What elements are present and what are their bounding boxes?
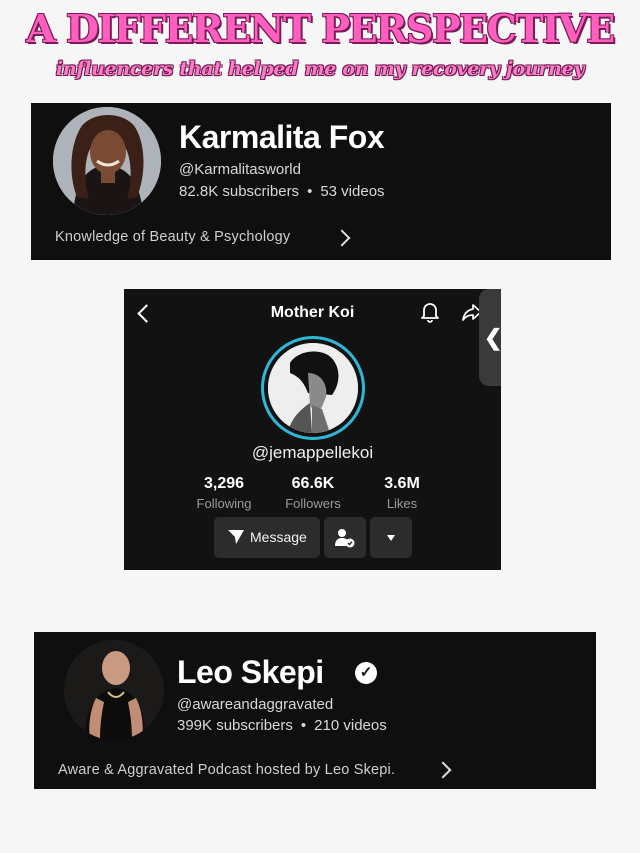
channel-avatar[interactable] (64, 640, 164, 740)
channel-description[interactable]: Aware & Aggravated Podcast hosted by Leo… (58, 762, 395, 778)
channel-stats: 399K subscribers • 210 videos (177, 717, 387, 734)
dropdown-arrow-icon (387, 535, 395, 541)
stat-label: Followers (285, 496, 341, 511)
stat-label: Following (196, 496, 252, 511)
video-count: 53 videos (320, 183, 385, 200)
stat-likes: 3.6M Likes (372, 475, 432, 511)
channel-name: Leo Skepi (177, 654, 324, 690)
profile-title: Mother Koi (270, 304, 355, 321)
video-count: 210 videos (314, 717, 387, 734)
verified-check-icon: ✓ (355, 662, 377, 684)
tiktok-profile-card: Mother Koi ❮ @jemappellekoi 3,296 Follow… (124, 289, 503, 570)
channel-description[interactable]: Knowledge of Beauty & Psychology (55, 229, 290, 245)
stat-following[interactable]: 3,296 Following (196, 475, 252, 511)
message-label: Message (250, 529, 307, 545)
bell-icon[interactable] (420, 301, 440, 323)
separator-dot: • (300, 717, 307, 734)
subscriber-count: 82.8K subscribers (179, 183, 300, 200)
channel-handle: @Karmalitasworld (179, 161, 301, 178)
user-check-icon (335, 529, 355, 548)
message-button[interactable]: Message (214, 517, 320, 558)
send-icon (228, 530, 244, 544)
side-panel-tab[interactable]: ❮ (479, 289, 503, 386)
chevron-left-icon: ❮ (484, 325, 503, 350)
channel-card-karmalita[interactable]: Karmalita Fox @Karmalitasworld 82.8K sub… (31, 103, 611, 260)
profile-avatar (268, 343, 358, 433)
stat-value: 66.6K (291, 475, 335, 492)
channel-avatar[interactable] (53, 107, 161, 215)
channel-name: Karmalita Fox (179, 119, 385, 155)
chevron-right-icon[interactable] (333, 229, 351, 247)
stat-value: 3.6M (384, 475, 420, 492)
separator-dot: • (307, 183, 313, 200)
page-title: A DIFFERENT PERSPECTIVE (26, 6, 615, 51)
followed-user-button[interactable] (324, 517, 366, 558)
chevron-right-icon[interactable] (434, 761, 452, 779)
page-subtitle: influencers that helped me on my recover… (55, 58, 585, 80)
profile-handle: @jemappellekoi (251, 443, 374, 462)
channel-card-leo[interactable]: Leo Skepi ✓ @awareandaggravated 399K sub… (34, 632, 596, 789)
profile-avatar-ring[interactable] (261, 336, 365, 440)
stat-label: Likes (386, 496, 418, 511)
subscriber-count: 399K subscribers (177, 717, 293, 734)
stat-followers[interactable]: 66.6K Followers (280, 475, 346, 511)
channel-handle: @awareandaggravated (177, 696, 334, 713)
channel-stats: 82.8K subscribers • 53 videos (179, 183, 385, 200)
more-options-button[interactable] (370, 517, 412, 558)
stat-value: 3,296 (203, 475, 245, 492)
